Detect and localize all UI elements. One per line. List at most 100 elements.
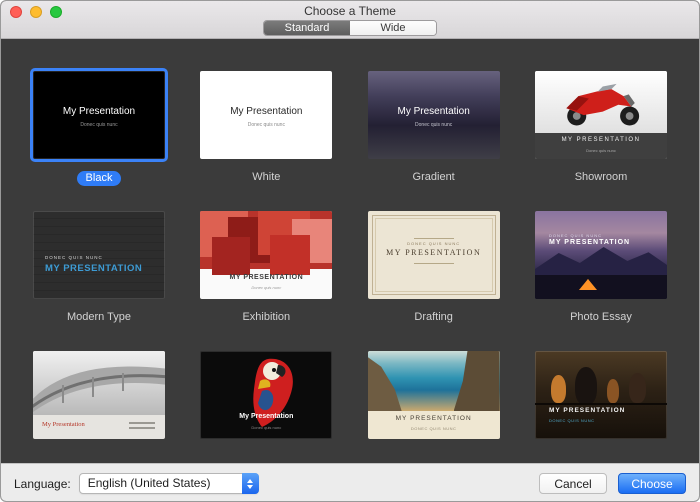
- theme-label: [33, 451, 165, 463]
- caption-line: [129, 422, 155, 424]
- cancel-button[interactable]: Cancel: [539, 473, 607, 494]
- thumb-subtitle: Donec quis nunc: [535, 148, 667, 153]
- red-square-shape: [270, 235, 310, 275]
- theme-thumbnail-exhibition[interactable]: MY PRESENTATION Donec quis nunc: [200, 211, 332, 299]
- caption-line: [129, 427, 155, 429]
- language-select-value: English (United States): [88, 476, 211, 490]
- tab-wide[interactable]: Wide: [350, 21, 436, 35]
- language-select[interactable]: English (United States): [79, 473, 259, 494]
- cliff-shape: [454, 351, 500, 411]
- selected-theme-badge: Black: [77, 171, 122, 186]
- shelf-line: [535, 403, 667, 405]
- thumb-title: My Presentation: [200, 413, 332, 420]
- thumb-subtitle: DONEC QUIS NUNC: [368, 241, 500, 246]
- thumb-subtitle: DONEC QUIS NUNC: [45, 255, 103, 260]
- theme-cell-gradient: My Presentation Donec quis nunc Gradient: [368, 71, 500, 187]
- parrot-image: [210, 351, 322, 435]
- thumb-title: MY PRESENTATION: [368, 248, 500, 257]
- bridge-image: [33, 351, 165, 415]
- theme-label: Drafting: [368, 311, 500, 327]
- window-title: Choose a Theme: [1, 1, 699, 18]
- theme-cell-modern-type: DONEC QUIS NUNC MY PRESENTATION Modern T…: [33, 211, 165, 327]
- theme-cell-photo-essay: DONEC QUIS NUNC MY PRESENTATION Photo Es…: [535, 211, 667, 327]
- window-controls: [10, 6, 62, 18]
- thumb-title: MY PRESENTATION: [368, 415, 500, 422]
- theme-thumbnail-beach[interactable]: MY PRESENTATION DONEC QUIS NUNC: [368, 351, 500, 439]
- close-button[interactable]: [10, 6, 22, 18]
- choose-button[interactable]: Choose: [618, 473, 686, 494]
- red-square-shape: [212, 237, 250, 275]
- thumb-subtitle: Donec quis nunc: [200, 122, 332, 128]
- vase-shape: [629, 373, 646, 403]
- thumb-title: My Presentation: [200, 106, 332, 117]
- bridge-photo: [33, 351, 165, 415]
- minimize-button[interactable]: [30, 6, 42, 18]
- footer-bar: Language: English (United States) Cancel…: [1, 463, 699, 502]
- theme-label: Gradient: [368, 171, 500, 187]
- theme-thumbnail-photo-essay[interactable]: DONEC QUIS NUNC MY PRESENTATION: [535, 211, 667, 299]
- rule-line: [414, 263, 454, 264]
- rule-line: [414, 238, 454, 239]
- theme-label: [535, 451, 667, 463]
- theme-thumbnail-architecture[interactable]: My Presentation: [33, 351, 165, 439]
- theme-label: White: [200, 171, 332, 187]
- theme-thumbnail-black[interactable]: My Presentation Donec quis nunc: [33, 71, 165, 159]
- theme-label: Showroom: [535, 171, 667, 187]
- theme-label: [200, 451, 332, 463]
- theme-label: Black: [33, 171, 165, 187]
- motorcycle-image: [549, 75, 653, 131]
- theme-cell-showroom: MY PRESENTATION Donec quis nunc Showroom: [535, 71, 667, 187]
- zoom-button[interactable]: [50, 6, 62, 18]
- theme-cell-parrot: My Presentation Donec quis nunc: [200, 351, 332, 463]
- thumb-title: MY PRESENTATION: [549, 239, 630, 246]
- theme-cell-black: My Presentation Donec quis nunc Black: [33, 71, 165, 187]
- thumb-subtitle: Donec quis nunc: [200, 425, 332, 430]
- cliff-shape: [368, 357, 402, 411]
- thumb-subtitle: DONEC QUIS NUNC: [549, 418, 595, 423]
- thumb-subtitle: DONEC QUIS NUNC: [368, 426, 500, 431]
- theme-cell-architecture: My Presentation: [33, 351, 165, 463]
- chevron-up-icon: [247, 479, 253, 483]
- thumb-title: MY PRESENTATION: [45, 263, 142, 274]
- theme-thumbnail-vases[interactable]: MY PRESENTATION DONEC QUIS NUNC: [535, 351, 667, 439]
- vase-shape: [607, 379, 619, 403]
- theme-cell-vases: MY PRESENTATION DONEC QUIS NUNC: [535, 351, 667, 463]
- theme-label: Photo Essay: [535, 311, 667, 327]
- theme-size-segmented-control: Standard Wide: [263, 20, 437, 36]
- theme-label: Exhibition: [200, 311, 332, 327]
- thumb-title: My Presentation: [33, 106, 165, 117]
- theme-label: Modern Type: [33, 311, 165, 327]
- thumb-subtitle: Donec quis nunc: [200, 285, 332, 290]
- theme-thumbnail-modern-type[interactable]: DONEC QUIS NUNC MY PRESENTATION: [33, 211, 165, 299]
- thumb-title: MY PRESENTATION: [549, 407, 625, 414]
- thumb-subtitle: DONEC QUIS NUNC: [549, 233, 602, 238]
- vase-shape: [551, 375, 566, 403]
- thumb-title: MY PRESENTATION: [535, 137, 667, 143]
- ground-shape: [535, 275, 667, 299]
- theme-cell-exhibition: MY PRESENTATION Donec quis nunc Exhibiti…: [200, 211, 332, 327]
- choose-theme-dialog: Choose a Theme Standard Wide My Presenta…: [0, 0, 700, 502]
- theme-thumbnail-gradient[interactable]: My Presentation Donec quis nunc: [368, 71, 500, 159]
- beach-photo: [368, 351, 500, 411]
- exhibition-collage: [200, 211, 332, 269]
- theme-cell-beach: MY PRESENTATION DONEC QUIS NUNC: [368, 351, 500, 463]
- theme-cell-drafting: DONEC QUIS NUNC MY PRESENTATION Drafting: [368, 211, 500, 327]
- thumb-title: My Presentation: [368, 106, 500, 117]
- theme-grid: My Presentation Donec quis nunc Black My…: [1, 39, 699, 463]
- theme-thumbnail-drafting[interactable]: DONEC QUIS NUNC MY PRESENTATION: [368, 211, 500, 299]
- theme-cell-white: My Presentation Donec quis nunc White: [200, 71, 332, 187]
- thumb-title: My Presentation: [42, 421, 85, 428]
- theme-thumbnail-parrot[interactable]: My Presentation Donec quis nunc: [200, 351, 332, 439]
- theme-thumbnail-white[interactable]: My Presentation Donec quis nunc: [200, 71, 332, 159]
- showroom-photo: [535, 71, 667, 133]
- thumb-title: MY PRESENTATION: [200, 274, 332, 281]
- thumb-subtitle: Donec quis nunc: [368, 122, 500, 128]
- vase-shape: [575, 367, 597, 405]
- theme-thumbnail-showroom[interactable]: MY PRESENTATION Donec quis nunc: [535, 71, 667, 159]
- language-label: Language:: [14, 477, 71, 491]
- language-select-stepper-icon: [242, 473, 259, 494]
- tab-standard[interactable]: Standard: [264, 21, 350, 35]
- title-bar: Choose a Theme Standard Wide: [1, 1, 699, 39]
- theme-label: [368, 451, 500, 463]
- thumb-subtitle: Donec quis nunc: [33, 122, 165, 128]
